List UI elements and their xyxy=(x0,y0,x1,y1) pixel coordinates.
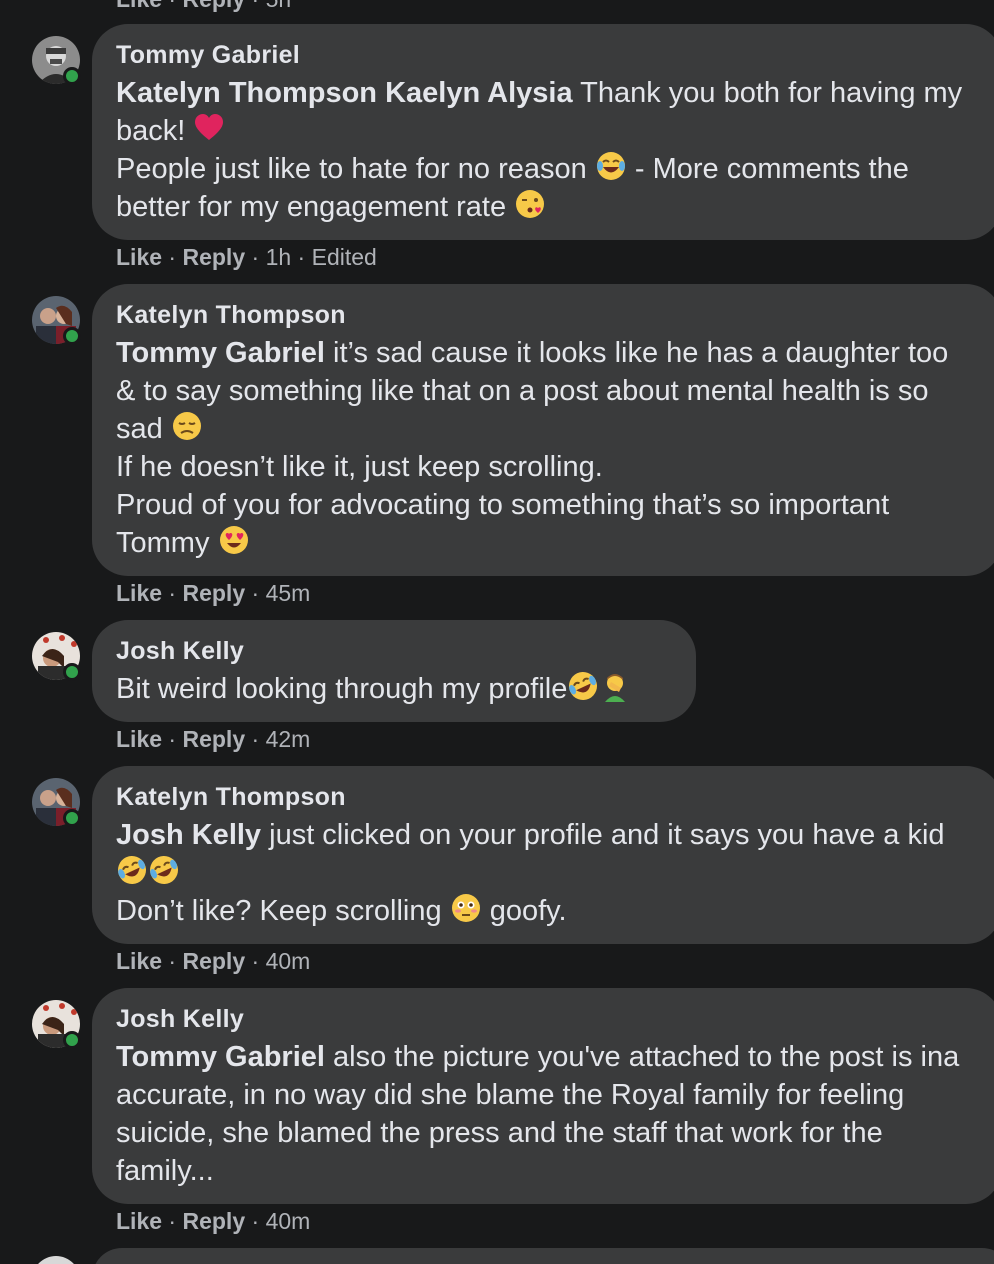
online-status-dot xyxy=(63,663,81,681)
online-status-dot xyxy=(63,327,81,345)
comment-actions: Like · Reply · 40m xyxy=(116,948,311,974)
comment-text: Josh Kelly just clicked on your profile … xyxy=(116,816,972,930)
like-link[interactable]: Like xyxy=(116,0,162,12)
face-blowing-kiss-icon xyxy=(516,190,545,218)
comment-actions: Like · Reply · 42m xyxy=(116,726,311,752)
avatar[interactable] xyxy=(32,778,81,827)
comment-bubble: Katelyn Thompson Tommy Gabriel it’s sad … xyxy=(92,284,994,576)
comment-author[interactable]: Josh Kelly xyxy=(116,1004,972,1034)
online-status-dot xyxy=(63,1031,81,1049)
reply-link[interactable]: Reply xyxy=(182,0,245,12)
comment-text: Bit weird looking through my profile xyxy=(116,670,666,708)
avatar[interactable] xyxy=(32,1000,81,1049)
avatar[interactable] xyxy=(32,632,81,681)
like-link[interactable]: Like xyxy=(116,726,162,752)
comment-text: Tommy Gabriel it’s sad cause it looks li… xyxy=(116,337,949,559)
reply-link[interactable]: Reply xyxy=(182,726,245,752)
comment-time[interactable]: 5h xyxy=(266,0,292,12)
like-link[interactable]: Like xyxy=(116,1208,162,1234)
like-link[interactable]: Like xyxy=(116,580,162,606)
edited-label[interactable]: Edited xyxy=(312,244,377,270)
comments-thread: Like · Reply · 5h Tommy Gabriel Katelyn … xyxy=(0,0,994,1264)
comment-time[interactable]: 42m xyxy=(266,726,311,752)
like-link[interactable]: Like xyxy=(116,244,162,270)
rolling-on-floor-laughing-icon xyxy=(569,672,598,700)
comment-bubble: Katelyn Thompson Josh Kelly just clicked… xyxy=(92,766,994,944)
comment-time[interactable]: 1h xyxy=(266,244,292,270)
comment-time[interactable]: 40m xyxy=(266,948,311,974)
comment-actions: Like · Reply · 1h · Edited xyxy=(116,244,377,270)
reply-link[interactable]: Reply xyxy=(182,580,245,606)
mention-link[interactable]: Tommy Gabriel xyxy=(116,1041,325,1073)
comment-author[interactable]: Katelyn Thompson xyxy=(116,300,972,330)
comment-time[interactable]: 45m xyxy=(266,580,311,606)
comment-text: Tommy Gabriel also the picture you've at… xyxy=(116,1041,960,1187)
reply-link[interactable]: Reply xyxy=(182,948,245,974)
online-status-dot xyxy=(63,809,81,827)
comment-author[interactable]: Josh Kelly xyxy=(116,636,666,666)
comment-bubble xyxy=(92,1248,994,1264)
reply-link[interactable]: Reply xyxy=(182,244,245,270)
comment-time[interactable]: 40m xyxy=(266,1208,311,1234)
comment-actions: Like · Reply · 40m xyxy=(116,1208,311,1234)
rolling-on-floor-laughing-icon xyxy=(118,856,146,884)
flushed-face-icon xyxy=(451,894,480,922)
comment-bubble: Josh Kelly Bit weird looking through my … xyxy=(92,620,696,722)
reply-link[interactable]: Reply xyxy=(182,1208,245,1234)
comment-text: Katelyn Thompson Kaelyn Alysia Thank you… xyxy=(116,77,963,223)
avatar[interactable] xyxy=(32,296,81,345)
comment-bubble: Tommy Gabriel Katelyn Thompson Kaelyn Al… xyxy=(92,24,994,240)
man-facepalming-icon xyxy=(605,674,626,702)
comment-author[interactable]: Tommy Gabriel xyxy=(116,40,972,70)
previous-comment-actions: Like · Reply · 5h xyxy=(116,0,291,13)
like-link[interactable]: Like xyxy=(116,948,162,974)
avatar[interactable] xyxy=(32,36,81,85)
disappointed-face-icon xyxy=(172,412,201,440)
mention-link[interactable]: Josh Kelly xyxy=(116,819,261,851)
comment-author[interactable]: Katelyn Thompson xyxy=(116,782,972,812)
face-with-tears-of-joy-icon xyxy=(596,152,625,180)
comment-actions: Like · Reply · 45m xyxy=(116,580,311,606)
comment-bubble: Josh Kelly Tommy Gabriel also the pictur… xyxy=(92,988,994,1204)
online-status-dot xyxy=(63,67,81,85)
rolling-on-floor-laughing-icon xyxy=(150,856,178,884)
mention-link[interactable]: Tommy Gabriel xyxy=(116,337,325,369)
avatar[interactable] xyxy=(32,1256,80,1264)
heart-eyes-face-icon xyxy=(219,526,248,554)
red-heart-icon xyxy=(195,114,224,140)
mention-link[interactable]: Katelyn Thompson Kaelyn Alysia xyxy=(116,77,573,109)
